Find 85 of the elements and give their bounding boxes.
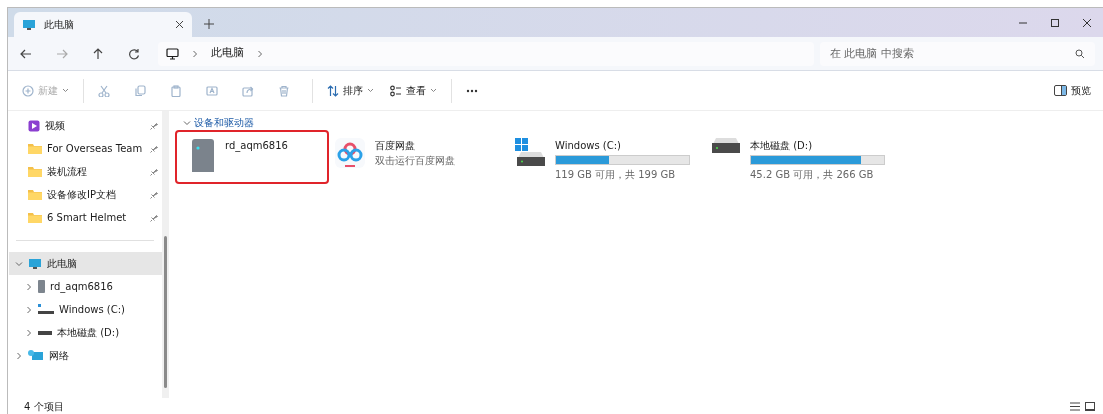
forward-icon[interactable]	[56, 47, 68, 60]
folder-icon	[28, 189, 42, 200]
expand-icon	[25, 328, 33, 337]
window-tab[interactable]: 此电脑	[14, 12, 192, 37]
drive-icon	[38, 330, 52, 335]
tower-icon	[38, 280, 45, 293]
close-icon[interactable]	[175, 20, 184, 29]
tree-item[interactable]: 网络	[9, 344, 162, 367]
sidebar-item[interactable]: 视频	[8, 114, 162, 137]
cloud-app-icon	[335, 138, 365, 168]
sidebar-item[interactable]: 6 Smart Helmet	[8, 206, 162, 229]
free-space-text: 45.2 GB 可用，共 266 GB	[750, 168, 875, 182]
item-name: Windows (C:)	[555, 139, 622, 153]
pin-icon	[150, 190, 158, 199]
details-view-icon[interactable]	[1069, 401, 1080, 411]
item-name: 本地磁盘 (D:)	[750, 139, 814, 153]
drive-tile[interactable]: rd_aqm6816	[177, 132, 327, 182]
pin-icon	[150, 213, 158, 222]
copy-icon	[134, 84, 146, 97]
share-icon	[242, 84, 254, 97]
drive-icon	[710, 138, 740, 154]
search-icon	[1075, 48, 1085, 59]
chevron-icon	[191, 49, 199, 58]
view-button[interactable]: 查看	[384, 75, 443, 106]
clipboard-icon	[170, 84, 182, 97]
sidebar-item[interactable]: 装机流程	[8, 160, 162, 183]
sort-button[interactable]: 排序	[321, 75, 380, 106]
caret-icon	[367, 88, 374, 93]
tab-title: 此电脑	[44, 18, 75, 32]
collapse-icon	[183, 118, 191, 127]
scissors-icon	[98, 84, 110, 97]
trash-icon	[278, 84, 290, 97]
item-count: 4 个项目	[24, 399, 64, 414]
computer-icon	[28, 257, 42, 270]
drive-tile[interactable]: Windows (C:) 119 GB 可用，共 199 GB	[507, 132, 702, 188]
tiles-view-icon[interactable]	[1085, 401, 1095, 411]
expand-icon	[25, 305, 33, 314]
tree-item[interactable]: Windows (C:)	[9, 298, 162, 321]
up-icon[interactable]	[92, 47, 104, 60]
monitor-icon	[166, 47, 179, 60]
folder-icon	[28, 166, 42, 177]
pin-icon	[150, 121, 158, 130]
close-icon[interactable]	[1082, 17, 1092, 28]
pin-icon	[150, 144, 158, 153]
breadcrumb[interactable]: 此电脑	[211, 45, 244, 62]
maximize-icon[interactable]	[1050, 17, 1060, 28]
free-space-text: 119 GB 可用，共 199 GB	[555, 168, 677, 182]
preview-button[interactable]: 预览	[1048, 75, 1097, 106]
expand-icon	[15, 351, 23, 360]
tree-item[interactable]: rd_aqm6816	[9, 275, 162, 298]
folder-icon	[28, 212, 42, 223]
rename-icon	[206, 84, 218, 97]
list-icon	[390, 84, 402, 97]
chevron-icon	[256, 49, 264, 58]
group-header[interactable]: 设备和驱动器	[177, 115, 1103, 130]
item-subtitle: 双击运行百度网盘	[375, 154, 455, 168]
network-icon	[28, 349, 44, 362]
tree-item[interactable]: 本地磁盘 (D:)	[9, 321, 162, 344]
add-tab-icon[interactable]	[204, 19, 214, 29]
drive-tile[interactable]: 本地磁盘 (D:) 45.2 GB 可用，共 266 GB	[702, 132, 897, 188]
refresh-icon[interactable]	[128, 47, 140, 60]
drive-tile[interactable]: 百度网盘 双击运行百度网盘	[327, 132, 507, 188]
video-icon	[28, 119, 40, 132]
back-icon[interactable]	[20, 47, 32, 60]
sidebar-item[interactable]: 设备修改IP文档	[8, 183, 162, 206]
sort-icon	[327, 84, 339, 97]
item-name: 百度网盘	[375, 139, 416, 153]
plus-icon	[22, 84, 34, 97]
sidebar-item[interactable]: For Overseas Team	[8, 137, 162, 160]
tower-icon	[191, 138, 215, 172]
scrollbar[interactable]	[162, 111, 169, 398]
collapse-icon	[15, 259, 23, 268]
expand-icon	[25, 282, 33, 291]
folder-icon	[28, 143, 42, 154]
preview-pane-icon	[1054, 85, 1067, 96]
computer-icon	[22, 18, 36, 31]
address-bar[interactable]: 此电脑	[158, 41, 814, 66]
caret-icon	[430, 88, 437, 93]
tree-item[interactable]: 此电脑	[9, 252, 162, 275]
search-field[interactable]: 在 此电脑 中搜索	[820, 41, 1095, 66]
caret-icon	[62, 88, 69, 93]
item-name: rd_aqm6816	[225, 139, 288, 153]
drive-icon	[38, 303, 54, 316]
windows-drive-icon	[515, 138, 545, 168]
pin-icon	[150, 167, 158, 176]
